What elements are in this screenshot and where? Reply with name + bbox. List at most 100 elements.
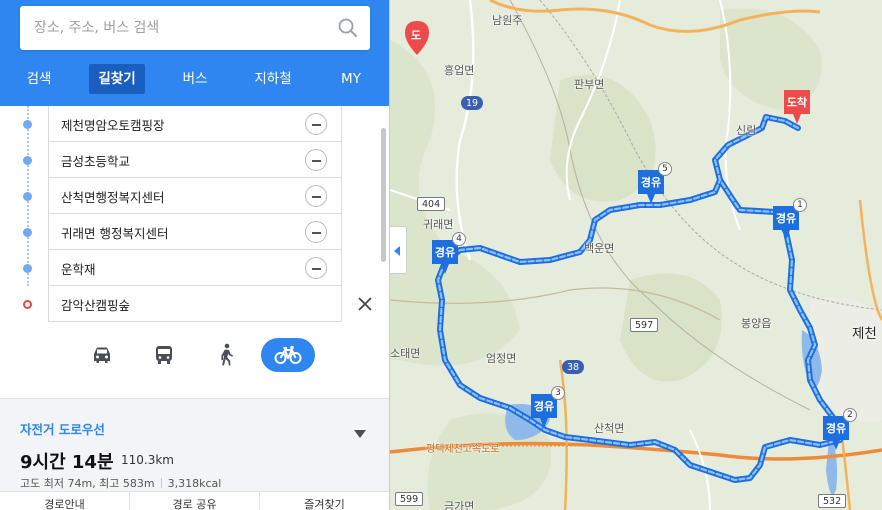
- route-result-card[interactable]: 자전거 도로우선 9시간 14분 110.3km 고도 최저 74m, 최고 5…: [0, 398, 389, 510]
- car-icon: [94, 347, 110, 363]
- waypoint-label: 귀래면 행정복지센터: [61, 226, 169, 241]
- road-number-badge: 532: [818, 494, 847, 508]
- mode-bike-button[interactable]: [261, 338, 315, 372]
- route-share-button[interactable]: 경로 공유: [130, 492, 260, 510]
- waypoint-label: 산척면행정복지센터: [61, 190, 165, 205]
- route-favorite-button[interactable]: 즐겨찾기: [260, 492, 389, 510]
- route-actions: 경로안내 경로 공유 즐겨찾기: [0, 491, 389, 510]
- route-calories: 3,318kcal: [167, 477, 222, 490]
- map-label: 판부면: [574, 78, 605, 91]
- remove-waypoint-button[interactable]: [305, 113, 327, 135]
- map-label: 신림: [736, 124, 757, 137]
- remove-waypoint-button[interactable]: [305, 149, 327, 171]
- pin-label: 경유: [434, 246, 456, 259]
- search-icon[interactable]: [336, 16, 360, 40]
- waypoint-marker-4[interactable]: 경유 4: [430, 232, 466, 274]
- destination-field[interactable]: 감악산캠핑숲: [48, 286, 342, 322]
- tab-label: MY: [341, 71, 361, 87]
- pin-label: 경유: [775, 212, 797, 225]
- map-label: 엄정면: [486, 352, 517, 365]
- tab-directions[interactable]: 길찾기: [78, 64, 156, 94]
- map-label: 평택제천고속도로: [426, 444, 500, 455]
- collapse-panel-button[interactable]: [390, 226, 407, 274]
- map-label: 흥업면: [444, 64, 475, 77]
- waypoint-label: 운학재: [61, 262, 96, 277]
- waypoint-list: 제천명암오토캠핑장 금성초등학교 산척면행정복지센터 귀래면 행정복지센터 운학…: [0, 106, 389, 322]
- map-label: 남원주: [492, 14, 523, 27]
- search-bar: [20, 6, 370, 50]
- map-label: 귀래면: [423, 218, 454, 231]
- waypoint-dot: [23, 192, 32, 201]
- divider: [160, 478, 162, 488]
- road-number-badge: 404: [417, 197, 446, 211]
- map-label: 소태면: [390, 347, 421, 360]
- road-number-badge: 597: [630, 318, 659, 332]
- route-elevation: 고도 최저 74m, 최고 583m: [20, 477, 155, 490]
- destination-label: 감악산캠핑숲: [61, 298, 131, 313]
- chevron-down-icon[interactable]: [354, 430, 366, 438]
- remove-waypoint-button[interactable]: [305, 257, 327, 279]
- waypoint-dot: [23, 120, 32, 129]
- bus-icon: [156, 346, 172, 364]
- route-guide-button[interactable]: 경로안내: [0, 492, 130, 510]
- travel-mode-selector: [0, 334, 389, 378]
- waypoint-row: 귀래면 행정복지센터: [0, 214, 389, 250]
- walk-icon: [221, 343, 233, 366]
- pin-label: 도착: [786, 96, 808, 109]
- pin-number: 2: [843, 408, 857, 422]
- destination-row: 감악산캠핑숲: [0, 286, 389, 322]
- remove-waypoint-button[interactable]: [305, 185, 327, 207]
- pin-label: 경유: [640, 176, 662, 189]
- waypoint-label: 제천명암오토캠핑장: [61, 118, 165, 133]
- tab-my[interactable]: MY: [312, 64, 389, 94]
- tab-bus[interactable]: 버스: [156, 64, 234, 94]
- bike-icon: [274, 345, 302, 364]
- map-label: 제천: [852, 326, 877, 342]
- destination-marker[interactable]: 도착: [782, 88, 812, 124]
- pin-label: 경유: [825, 422, 847, 435]
- map-label: 백운면: [584, 242, 615, 255]
- map-label: 금가면: [444, 500, 475, 510]
- waypoint-row: 금성초등학교: [0, 142, 389, 178]
- waypoint-dot: [23, 156, 32, 165]
- waypoint-field[interactable]: 귀래면 행정복지센터: [48, 214, 342, 250]
- pin-number: 5: [658, 162, 672, 176]
- waypoint-field[interactable]: 산척면행정복지센터: [48, 178, 342, 214]
- tab-search[interactable]: 검색: [0, 64, 78, 94]
- mode-car-button[interactable]: [77, 338, 127, 372]
- tab-label: 버스: [182, 71, 208, 87]
- waypoint-field[interactable]: 금성초등학교: [48, 142, 342, 178]
- waypoint-row: 산척면행정복지센터: [0, 178, 389, 214]
- panel-header: 검색 길찾기 버스 지하철 MY: [0, 0, 389, 106]
- road-number-badge: 38: [562, 360, 585, 374]
- waypoint-marker-2[interactable]: 경유 2: [821, 408, 857, 450]
- pin-number: 3: [551, 386, 565, 400]
- waypoint-marker-1[interactable]: 경유 1: [771, 198, 807, 240]
- waypoint-field[interactable]: 제천명암오토캠핑장: [48, 106, 342, 142]
- waypoint-label: 금성초등학교: [61, 154, 131, 169]
- route-duration: 9시간 14분: [20, 452, 114, 473]
- waypoint-marker-5[interactable]: 경유 5: [636, 162, 672, 204]
- search-input[interactable]: [34, 17, 334, 39]
- destination-dot: [23, 300, 32, 309]
- close-icon[interactable]: [356, 295, 374, 313]
- remove-waypoint-button[interactable]: [305, 221, 327, 243]
- waypoint-field[interactable]: 운학재: [48, 250, 342, 286]
- waypoint-marker-3[interactable]: 경유 3: [529, 386, 565, 428]
- mode-walk-button[interactable]: [201, 338, 251, 372]
- destination-shortcut-label: 도: [411, 29, 422, 42]
- pin-number: 1: [793, 198, 807, 212]
- waypoint-dot: [23, 228, 32, 237]
- waypoint-row: 운학재: [0, 250, 389, 286]
- waypoint-row: 제천명암오토캠핑장: [0, 106, 389, 142]
- mode-bus-button[interactable]: [139, 338, 189, 372]
- waypoint-scrollbar[interactable]: [381, 128, 386, 262]
- tab-label: 길찾기: [89, 64, 145, 94]
- map-view[interactable]: 남원주 흥업면 판부면 신림 귀래면 백운면 봉양읍 제천 소태면 엄정면 산척…: [390, 0, 882, 510]
- map-label: 산척면: [594, 422, 625, 435]
- road-number-badge: 599: [395, 492, 424, 506]
- map-label: 봉양읍: [741, 317, 772, 330]
- tab-label: 검색: [26, 71, 52, 87]
- tab-subway[interactable]: 지하철: [234, 64, 312, 94]
- destination-shortcut-button[interactable]: 도: [404, 20, 430, 56]
